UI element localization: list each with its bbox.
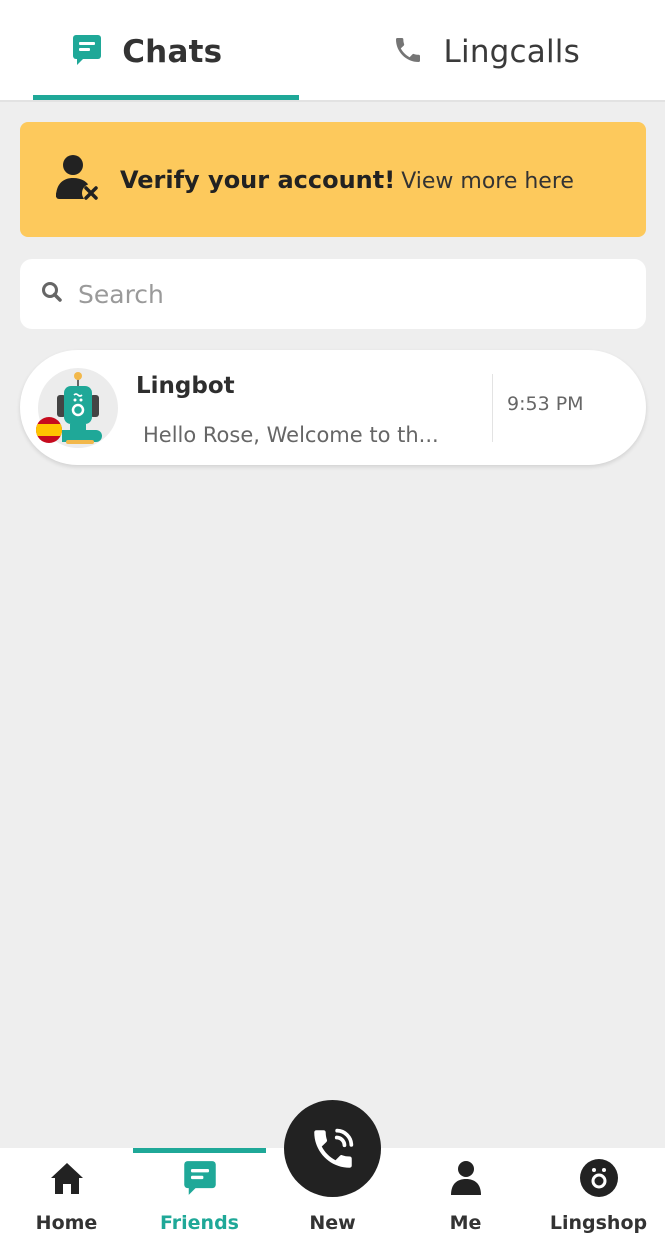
search-icon xyxy=(40,280,64,308)
phone-icon xyxy=(392,34,424,70)
home-icon xyxy=(49,1158,85,1198)
person-icon xyxy=(449,1158,483,1198)
phone-call-icon xyxy=(313,1128,353,1168)
search-input[interactable] xyxy=(78,279,618,309)
nav-active-indicator xyxy=(133,1148,266,1153)
chat-time: 9:53 PM xyxy=(507,392,584,415)
verify-title: Verify your account! xyxy=(120,165,396,194)
chat-preview: Hello Rose, Welcome to th... xyxy=(143,422,439,447)
tab-chats[interactable]: Chats xyxy=(0,0,333,100)
chat-bubble-icon xyxy=(72,34,102,70)
nav-new-label: New xyxy=(309,1212,356,1234)
nav-home[interactable]: Home xyxy=(0,1148,133,1250)
user-x-icon xyxy=(54,153,102,207)
chat-bubble-icon xyxy=(183,1158,217,1198)
nav-home-label: Home xyxy=(35,1212,98,1234)
nav-friends[interactable]: Friends xyxy=(133,1148,266,1250)
nav-lingshop-label: Lingshop xyxy=(549,1212,648,1234)
chat-name: Lingbot xyxy=(136,372,235,399)
view-more-link[interactable]: View more here xyxy=(401,169,574,194)
new-call-button[interactable] xyxy=(284,1100,381,1197)
avatar xyxy=(36,367,118,448)
nav-lingshop[interactable]: Lingshop xyxy=(532,1148,665,1250)
tab-active-indicator xyxy=(33,95,299,100)
verify-account-banner[interactable]: Verify your account! View more here xyxy=(20,122,646,237)
divider xyxy=(492,373,493,442)
lingshop-icon xyxy=(579,1158,619,1198)
tab-lingcalls-label: Lingcalls xyxy=(443,34,580,70)
nav-me[interactable]: Me xyxy=(399,1148,532,1250)
tab-chats-label: Chats xyxy=(122,34,223,70)
nav-friends-label: Friends xyxy=(160,1212,239,1234)
nav-me-label: Me xyxy=(449,1212,482,1234)
search-box xyxy=(20,259,646,329)
chat-list-item[interactable]: Lingbot Hello Rose, Welcome to th... 9:5… xyxy=(20,350,646,465)
spain-flag-icon xyxy=(36,416,62,443)
top-tab-bar: Chats Lingcalls xyxy=(0,0,665,102)
tab-lingcalls[interactable]: Lingcalls xyxy=(333,0,665,100)
